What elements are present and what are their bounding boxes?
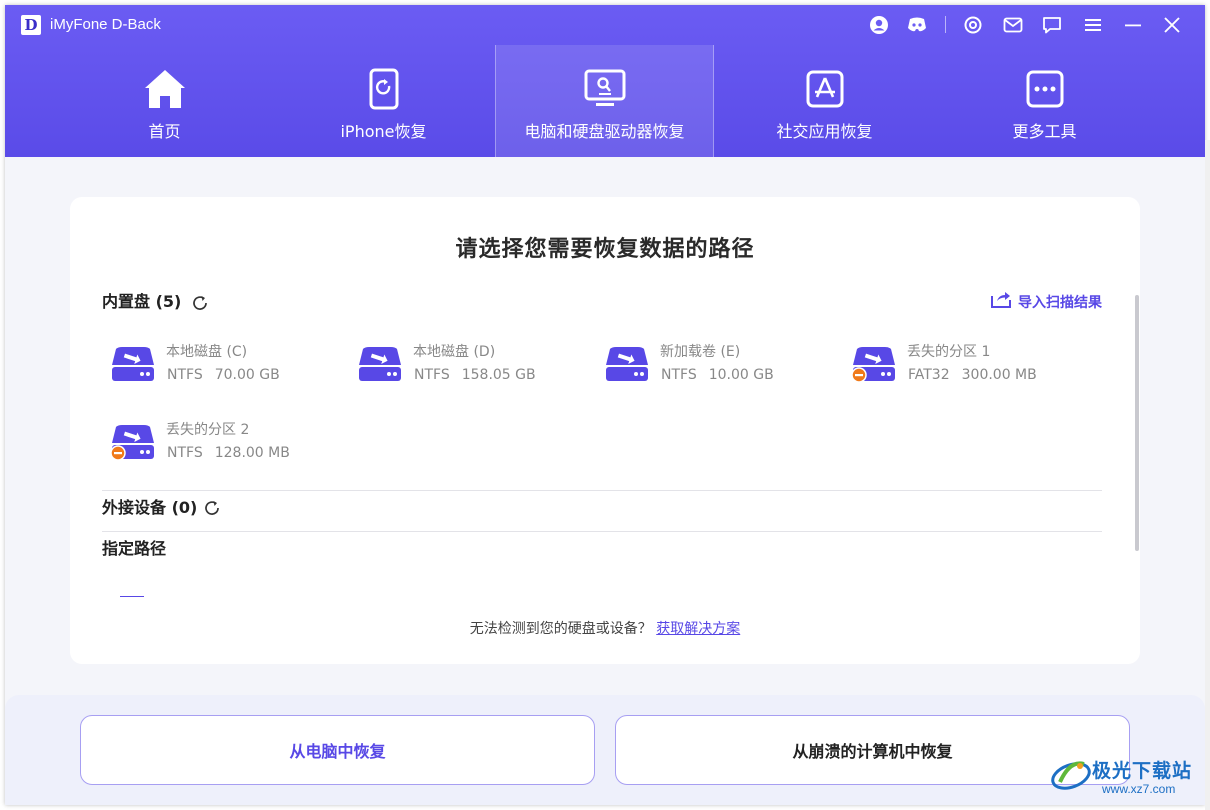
- import-icon: [990, 291, 1012, 313]
- tab-computer-recovery[interactable]: 电脑和硬盘驱动器恢复: [495, 45, 714, 157]
- hard-drive-icon: [604, 345, 650, 385]
- drive-size: 300.00 MB: [961, 367, 1037, 383]
- drive-size: 128.00 MB: [214, 445, 290, 461]
- home-icon: [143, 67, 187, 111]
- drive-name: 丢失的分区 1: [907, 344, 991, 360]
- minimize-icon[interactable]: [1121, 13, 1145, 37]
- tab-label: 电脑和硬盘驱动器恢复: [524, 122, 685, 141]
- external-devices-title: 外接设备 (0): [102, 498, 198, 517]
- watermark: 极光下载站 www.xz7.com: [1050, 752, 1205, 802]
- page-title: 请选择您需要恢复数据的路径: [455, 237, 755, 262]
- specified-path-title: 指定路径: [102, 539, 167, 558]
- section-divider: [102, 531, 1102, 532]
- section-divider: [102, 490, 1102, 491]
- tab-label: iPhone恢复: [340, 122, 427, 141]
- header: D iMyFone D-Back 首页 iPhone恢复 电脑和硬盘驱动器恢复 …: [5, 5, 1205, 157]
- app-store-icon: [803, 67, 847, 111]
- drive-name: 本地磁盘 (C): [166, 344, 248, 360]
- lost-partition-icon: [851, 345, 897, 385]
- recovery-mode-bar: 从电脑中恢复 从崩溃的计算机中恢复: [5, 695, 1205, 805]
- more-icon: [1023, 67, 1067, 111]
- recycle-bin-icon[interactable]: [359, 589, 399, 597]
- folder-icon[interactable]: [606, 589, 650, 597]
- hard-drive-icon: [357, 345, 403, 385]
- settings-icon[interactable]: [961, 13, 985, 37]
- title-bar-separator: [945, 16, 946, 33]
- refresh-icon[interactable]: [191, 294, 209, 312]
- refresh-icon[interactable]: [203, 499, 221, 517]
- drive-e[interactable]: 新加载卷 (E) NTFS 10.00 GB: [604, 343, 844, 393]
- recover-from-pc-button[interactable]: 从电脑中恢复: [80, 715, 595, 785]
- drive-size: 10.00 GB: [708, 367, 774, 383]
- app-window: D iMyFone D-Back 首页 iPhone恢复 电脑和硬盘驱动器恢复 …: [5, 5, 1205, 805]
- tab-more-tools[interactable]: 更多工具: [935, 45, 1154, 157]
- drive-c[interactable]: 本地磁盘 (C) NTFS 70.00 GB: [110, 343, 350, 393]
- drive-name: 本地磁盘 (D): [413, 344, 496, 360]
- help-text: 无法检测到您的硬盘或设备？: [469, 621, 652, 637]
- watermark-url: www.xz7.com: [1102, 782, 1176, 796]
- drive-filesystem: NTFS: [167, 367, 203, 383]
- drive-meta: NTFS 10.00 GB: [661, 366, 774, 384]
- scrollbar[interactable]: [1135, 295, 1139, 551]
- user-icon[interactable]: [867, 13, 891, 37]
- drive-meta: NTFS 70.00 GB: [167, 366, 280, 384]
- get-solution-link[interactable]: 获取解决方案: [656, 621, 740, 637]
- drive-filesystem: NTFS: [167, 445, 203, 461]
- watermark-text: 极光下载站: [1092, 760, 1193, 782]
- select-folder-icon[interactable]: [856, 589, 892, 597]
- drive-size: 70.00 GB: [214, 367, 280, 383]
- import-scan-results-link[interactable]: 导入扫描结果: [990, 291, 1102, 313]
- menu-icon[interactable]: [1081, 13, 1105, 37]
- desktop-icon[interactable]: [112, 589, 152, 597]
- drive-filesystem: FAT32: [908, 367, 950, 383]
- help-line: 无法检测到您的硬盘或设备？ 获取解决方案: [70, 618, 1140, 638]
- drive-filesystem: NTFS: [661, 367, 697, 383]
- title-bar: D iMyFone D-Back: [5, 5, 1205, 45]
- watermark-logo-icon: [1050, 754, 1092, 798]
- drive-lost-partition-2[interactable]: 丢失的分区 2 NTFS 128.00 MB: [110, 421, 350, 471]
- mail-icon[interactable]: [1001, 13, 1025, 37]
- hard-drive-icon: [110, 345, 156, 385]
- drive-meta: NTFS 158.05 GB: [414, 366, 536, 384]
- tab-social-app-recovery[interactable]: 社交应用恢复: [715, 45, 934, 157]
- drive-meta: FAT32 300.00 MB: [908, 366, 1037, 384]
- computer-icon: [583, 67, 627, 111]
- tab-label: 首页: [148, 122, 181, 141]
- drive-filesystem: NTFS: [414, 367, 450, 383]
- drive-name: 新加载卷 (E): [660, 344, 741, 360]
- feedback-icon[interactable]: [1040, 13, 1064, 37]
- drive-size: 158.05 GB: [461, 367, 536, 383]
- import-label: 导入扫描结果: [1018, 295, 1102, 311]
- drive-d[interactable]: 本地磁盘 (D) NTFS 158.05 GB: [357, 343, 597, 393]
- path-selection-card: 请选择您需要恢复数据的路径 内置盘 (5) 导入扫描结果 本地磁盘 (C) NT…: [70, 197, 1140, 664]
- app-title: iMyFone D-Back: [50, 16, 161, 33]
- tab-label: 社交应用恢复: [776, 122, 873, 141]
- tab-home[interactable]: 首页: [55, 45, 274, 157]
- drive-meta: NTFS 128.00 MB: [167, 444, 290, 462]
- background-window-edge: [1205, 140, 1210, 810]
- app-logo: D: [21, 15, 41, 35]
- close-icon[interactable]: [1160, 13, 1184, 37]
- drive-lost-partition-1[interactable]: 丢失的分区 1 FAT32 300.00 MB: [851, 343, 1091, 393]
- drive-name: 丢失的分区 2: [166, 422, 250, 438]
- internal-disks-title: 内置盘 (5): [102, 292, 182, 311]
- tab-iphone-recovery[interactable]: iPhone恢复: [274, 45, 493, 157]
- tab-label: 更多工具: [1012, 122, 1077, 141]
- discord-icon[interactable]: [905, 13, 929, 37]
- iphone-icon: [362, 67, 406, 111]
- lost-partition-icon: [110, 423, 156, 463]
